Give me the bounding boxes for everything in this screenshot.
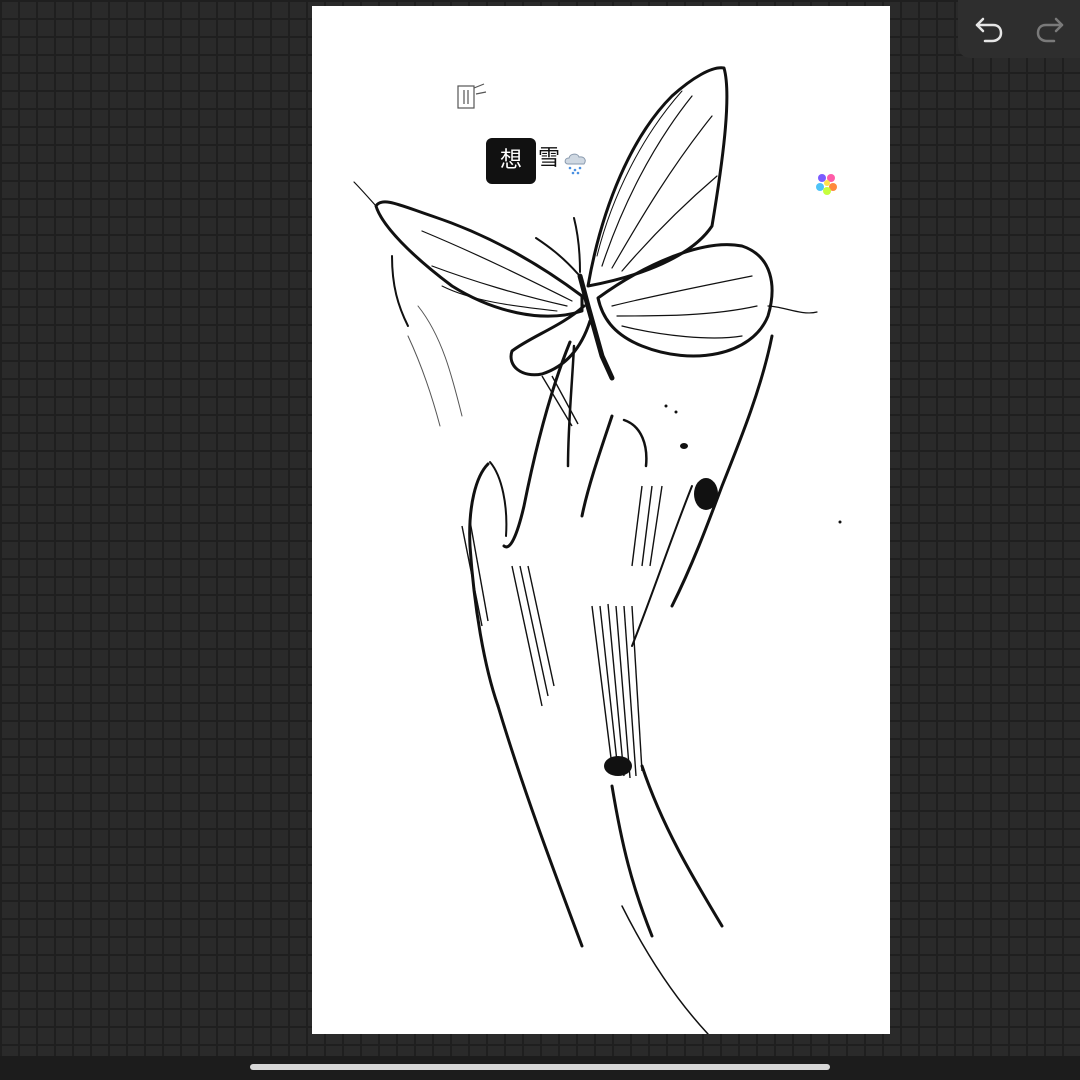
flower-icon	[816, 174, 837, 195]
undo-button[interactable]	[969, 9, 1009, 49]
hand-palm-right	[670, 334, 774, 608]
sticker-box: 想	[486, 138, 536, 184]
doodle-sketch-icon	[457, 83, 487, 109]
redo-arrow-icon	[1036, 17, 1063, 43]
butterfly-antenna-right	[573, 217, 581, 273]
butterfly-wing-upper-right	[586, 66, 729, 288]
artwork-sketch	[353, 66, 842, 1034]
hand-finger-middle	[580, 414, 614, 518]
bottom-bar	[0, 1056, 1080, 1080]
sticker-text: 雪	[538, 146, 561, 171]
home-indicator[interactable]	[250, 1064, 830, 1070]
drawing-canvas[interactable]: 想 雪	[312, 6, 890, 1034]
hand-finger-index	[502, 340, 572, 549]
butterfly-wing-lower-right	[596, 243, 774, 358]
redo-button[interactable]	[1030, 9, 1070, 49]
undo-arrow-icon	[975, 17, 1002, 43]
workspace-grid[interactable]: 想 雪	[0, 0, 1080, 1056]
history-toolbar	[958, 0, 1080, 58]
snow-cloud-icon	[564, 153, 586, 175]
hand-wrist	[496, 704, 584, 948]
